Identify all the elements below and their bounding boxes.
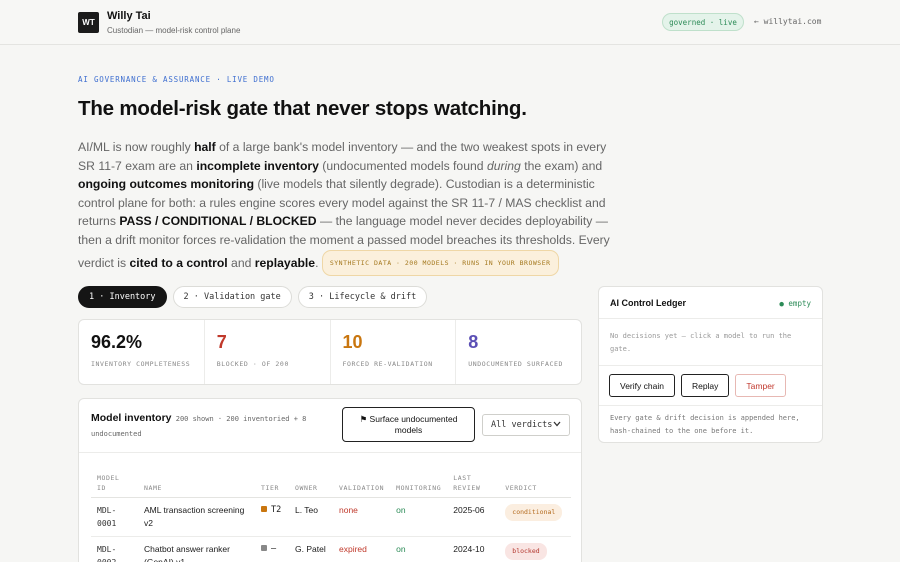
stats-panel: 96.2% INVENTORY COMPLETENESS 7 BLOCKED ·… bbox=[78, 319, 582, 385]
intro-text-run: replayable bbox=[254, 255, 316, 270]
synthetic-data-tag: SYNTHETIC DATA · 200 MODELS · RUNS IN YO… bbox=[321, 249, 559, 277]
top-bar: WT Willy Tai Custodian — model-risk cont… bbox=[0, 0, 900, 45]
brand-name: Willy Tai bbox=[107, 10, 151, 22]
intro-text-run: cited to a control bbox=[129, 255, 228, 270]
ledger-status-badge: ● empty bbox=[779, 299, 811, 308]
tier-label: — bbox=[271, 543, 277, 554]
model-name: Chatbot answer ranker (GenAI) v1 bbox=[138, 536, 255, 562]
inventory-header: Model inventory 200 shown · 200 inventor… bbox=[91, 411, 341, 442]
surface-undocumented-button[interactable]: ⚑ Surface undocumented models bbox=[342, 407, 475, 442]
column-header-tier[interactable]: TIER bbox=[255, 469, 289, 498]
intro-text-run: ongoing outcomes monitoring bbox=[78, 177, 255, 192]
column-header-owner[interactable]: OWNER bbox=[289, 469, 333, 498]
ai-control-ledger: AI Control Ledger ● empty No decisions y… bbox=[598, 286, 823, 443]
verdict-cell: conditional bbox=[499, 497, 571, 537]
stat-forced-revalidation: 10 FORCED RE-VALIDATION bbox=[331, 320, 457, 384]
intro-text-run: (undocumented models found bbox=[318, 158, 487, 173]
tab-validation-gate[interactable]: 2 · Validation gate bbox=[172, 286, 292, 308]
brand-subtitle: Custodian — model-risk control plane bbox=[107, 26, 241, 35]
stat-label: UNDOCUMENTED SURFACED bbox=[468, 360, 564, 368]
verdict-filter-value: All verdicts bbox=[491, 420, 553, 430]
logo[interactable]: WT bbox=[78, 12, 99, 33]
divider bbox=[79, 452, 581, 453]
stat-inventory-completeness: 96.2% INVENTORY COMPLETENESS bbox=[79, 320, 205, 384]
inventory-title: Model inventory bbox=[91, 412, 172, 424]
stat-blocked: 7 BLOCKED · OF 200 bbox=[205, 320, 331, 384]
stat-label: BLOCKED · OF 200 bbox=[216, 360, 289, 368]
ledger-empty-message: No decisions yet — click a model to run … bbox=[610, 332, 792, 353]
intro-text-run: incomplete inventory bbox=[196, 158, 319, 173]
inventory-table: MODEL ID NAME TIER OWNER VALIDATION MONI… bbox=[91, 469, 571, 562]
replay-button[interactable]: Replay bbox=[680, 374, 730, 397]
model-name: AML transaction screening v2 bbox=[138, 497, 255, 537]
intro-text-run: during bbox=[486, 158, 521, 173]
column-header-validation[interactable]: VALIDATION bbox=[333, 469, 391, 498]
intro-text-run: AI/ML is now roughly bbox=[78, 140, 195, 154]
divider bbox=[599, 365, 822, 366]
monitoring-status: on bbox=[390, 497, 448, 537]
tier-cell: T2 bbox=[255, 497, 289, 537]
monitoring-status: on bbox=[390, 536, 448, 562]
back-link[interactable]: ← willytai.com bbox=[754, 17, 821, 26]
stat-undocumented-surfaced: 8 UNDOCUMENTED SURFACED bbox=[456, 320, 581, 384]
column-header-last-review[interactable]: LAST REVIEW bbox=[447, 469, 500, 498]
chevron-down-icon bbox=[553, 420, 561, 430]
owner: G. Patel bbox=[289, 536, 333, 562]
ledger-footer-note: Every gate & drift decision is appended … bbox=[610, 414, 800, 435]
page-title: The model-risk gate that never stops wat… bbox=[78, 97, 527, 120]
tab-bar: 1 · Inventory 2 · Validation gate 3 · Li… bbox=[78, 286, 428, 308]
table-row[interactable]: MDL-0001 AML transaction screening v2 T2… bbox=[91, 497, 571, 537]
model-id: MDL-0002 bbox=[91, 536, 138, 562]
tier-cell: — bbox=[255, 536, 289, 562]
verdict-badge: blocked bbox=[505, 542, 547, 560]
tamper-button[interactable]: Tamper bbox=[735, 374, 786, 397]
verify-chain-button[interactable]: Verify chain bbox=[609, 374, 675, 397]
table-row[interactable]: MDL-0002 Chatbot answer ranker (GenAI) v… bbox=[91, 536, 571, 562]
intro-text-run: and bbox=[227, 255, 255, 270]
divider bbox=[599, 318, 822, 319]
verdict-filter-select[interactable]: All verdicts bbox=[482, 414, 570, 436]
eyebrow: AI GOVERNANCE & ASSURANCE · LIVE DEMO bbox=[78, 75, 275, 84]
column-header-name[interactable]: NAME bbox=[138, 469, 255, 498]
tier-dot bbox=[261, 544, 267, 551]
intro-paragraph: AI/ML is now roughly half of a large ban… bbox=[78, 138, 613, 277]
stat-label: INVENTORY COMPLETENESS bbox=[91, 360, 191, 368]
stat-value: 96.2% bbox=[91, 332, 143, 352]
tier-label: T2 bbox=[271, 504, 282, 515]
verdict-badge: conditional bbox=[505, 503, 563, 521]
model-id: MDL-0001 bbox=[91, 497, 138, 537]
ledger-actions: Verify chain Replay Tamper bbox=[609, 374, 786, 397]
column-header-model-id[interactable]: MODEL ID bbox=[91, 469, 138, 498]
stat-value: 10 bbox=[342, 332, 363, 352]
tab-lifecycle-drift[interactable]: 3 · Lifecycle & drift bbox=[297, 286, 428, 308]
status-badge: governed · live bbox=[662, 13, 744, 31]
validation-status: expired bbox=[333, 536, 391, 562]
intro-text-run: PASS / CONDITIONAL / BLOCKED bbox=[119, 214, 317, 229]
model-inventory-panel: Model inventory 200 shown · 200 inventor… bbox=[78, 398, 582, 562]
intro-text-run: the exam) and bbox=[520, 158, 603, 173]
stat-value: 8 bbox=[468, 332, 479, 352]
validation-status: none bbox=[333, 497, 391, 537]
tier-dot bbox=[261, 505, 267, 512]
ledger-title: AI Control Ledger bbox=[610, 298, 686, 308]
intro-text-run: . bbox=[315, 255, 322, 270]
intro-text-run: half bbox=[194, 140, 216, 154]
verdict-cell: blocked bbox=[499, 536, 571, 562]
last-review: 2024-10 bbox=[447, 536, 500, 562]
column-header-verdict[interactable]: VERDICT bbox=[499, 469, 571, 498]
tab-inventory[interactable]: 1 · Inventory bbox=[78, 286, 167, 308]
stat-label: FORCED RE-VALIDATION bbox=[342, 360, 433, 368]
owner: L. Teo bbox=[289, 497, 333, 537]
last-review: 2025-06 bbox=[447, 497, 500, 537]
stat-value: 7 bbox=[216, 332, 227, 352]
divider bbox=[599, 405, 822, 406]
column-header-monitoring[interactable]: MONITORING bbox=[390, 469, 448, 498]
table-header-row: MODEL ID NAME TIER OWNER VALIDATION MONI… bbox=[91, 469, 571, 498]
